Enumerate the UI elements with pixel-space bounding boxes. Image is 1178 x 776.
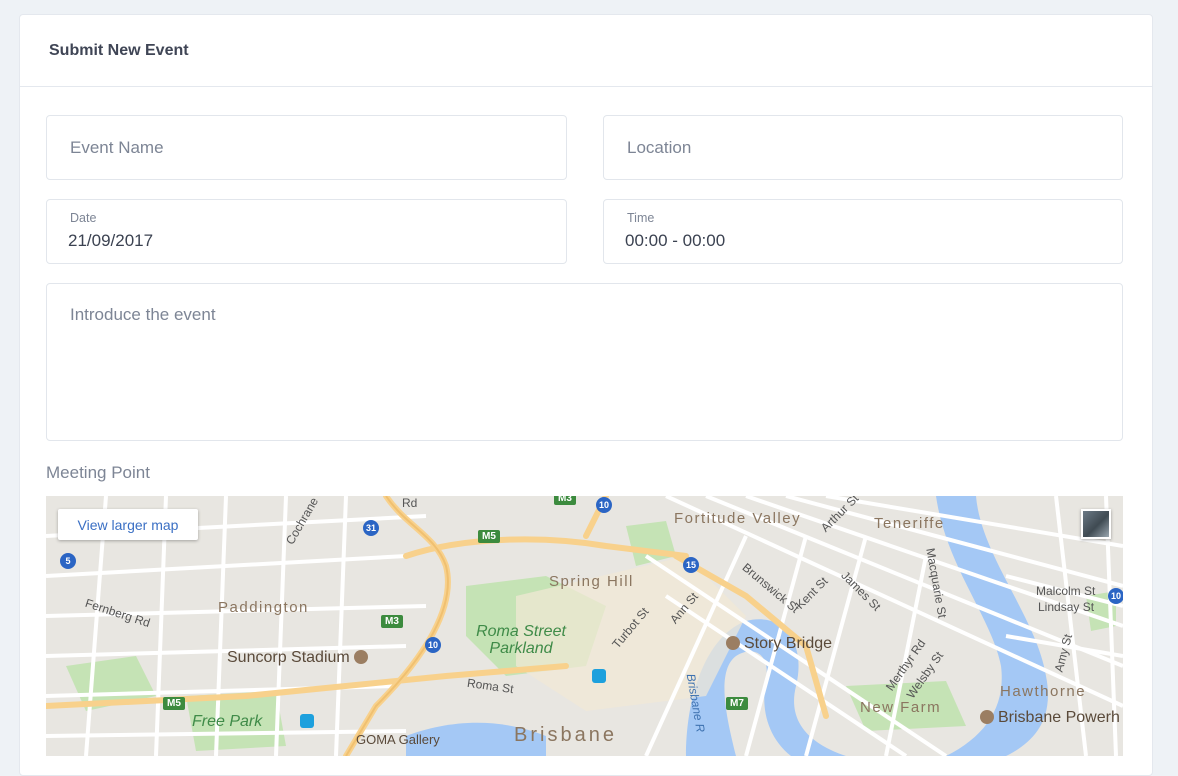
map-street-label: Malcolm St (1036, 584, 1096, 598)
route-badge: 10 (425, 637, 441, 653)
train-station-icon (592, 669, 606, 683)
date-field[interactable]: Date (46, 199, 567, 264)
location-input[interactable] (604, 116, 1122, 179)
time-input[interactable] (604, 229, 1122, 253)
map-poi-label: Brisbane Powerh (998, 709, 1120, 726)
route-shield: M3 (381, 615, 403, 628)
train-station-icon (300, 714, 314, 728)
event-name-field[interactable] (46, 115, 567, 180)
map-suburb-label: Hawthorne (1000, 683, 1087, 700)
route-shield: M5 (478, 530, 500, 543)
map-suburb-label: Spring Hill (549, 573, 634, 590)
meeting-point-label: Meeting Point (46, 463, 150, 482)
map-suburb-label: Teneriffe (874, 515, 945, 532)
date-label: Date (70, 211, 97, 225)
map-street-label: Lindsay St (1038, 600, 1095, 614)
map-park-label: Roma Street Parkland (476, 623, 566, 657)
landmark-icon (980, 710, 994, 724)
route-badge: 31 (363, 520, 379, 536)
meeting-point-map[interactable]: View larger map Fortitude Valley Tenerif… (46, 496, 1123, 756)
route-shield: M5 (163, 697, 185, 710)
event-name-input[interactable] (47, 116, 566, 179)
time-field[interactable]: Time (603, 199, 1123, 264)
intro-field[interactable] (46, 283, 1123, 441)
map-poi-powerhouse: Brisbane Powerh (980, 709, 1120, 727)
map-suburb-label: Brisbane (514, 724, 617, 746)
route-badge: 5 (60, 553, 76, 569)
time-label: Time (627, 211, 655, 225)
map-poi-label: Suncorp Stadium (227, 649, 350, 666)
location-field[interactable] (603, 115, 1123, 180)
map-poi-story-bridge: Story Bridge (726, 635, 832, 653)
map-type-toggle[interactable] (1081, 509, 1111, 539)
map-poi-suncorp: Suncorp Stadium (227, 649, 372, 667)
date-input[interactable] (47, 229, 566, 253)
landmark-icon (726, 636, 740, 650)
intro-textarea[interactable] (47, 284, 1122, 438)
map-street-label: Rd (402, 496, 418, 510)
map-suburb-label: New Farm (860, 699, 942, 716)
map-park-label: Free Park (192, 713, 263, 730)
route-badge: 10 (596, 497, 612, 513)
card-title: Submit New Event (20, 15, 1152, 87)
map-poi-label: Story Bridge (744, 635, 833, 652)
stadium-icon (354, 650, 369, 664)
route-badge: 15 (683, 557, 699, 573)
route-shield: M3 (554, 496, 576, 505)
route-shield: M7 (726, 697, 748, 710)
view-larger-map-button[interactable]: View larger map (58, 509, 198, 540)
map-suburb-label: Fortitude Valley (674, 510, 802, 527)
route-badge: 10 (1108, 588, 1123, 604)
map-suburb-label: Paddington (218, 599, 309, 616)
